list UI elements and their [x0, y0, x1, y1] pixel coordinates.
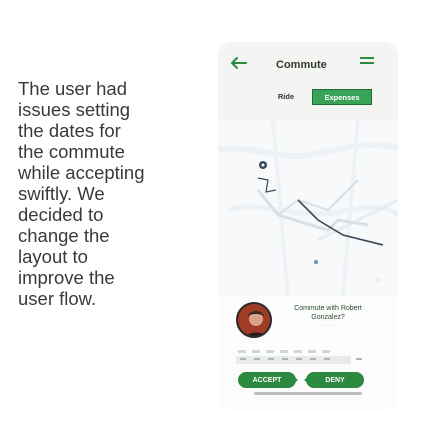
avatar	[236, 302, 272, 338]
accept-button[interactable]: ACCEPT	[238, 372, 298, 388]
back-arrow-icon[interactable]	[230, 56, 248, 70]
map-pin[interactable]	[314, 260, 318, 264]
accept-label: ACCEPT	[252, 376, 282, 384]
menu-icon[interactable]	[360, 56, 374, 68]
tab-expenses[interactable]: Expenses	[312, 89, 372, 105]
home-indicator	[254, 392, 362, 395]
commute-request-sheet: Commute with Robert Gonzalez? ····· ACCE…	[218, 296, 398, 410]
date-selector-row[interactable]	[236, 346, 376, 368]
phone-mockup: Commute Ride Expenses Commute with Rober…	[218, 42, 398, 410]
commute-request-message: Commute with Robert Gonzalez?	[294, 305, 362, 321]
commute-request-detail: ·····	[324, 323, 332, 328]
page-title: Commute	[276, 59, 327, 71]
chevron-left-icon	[304, 372, 314, 388]
tab-ride[interactable]: Ride	[268, 89, 304, 103]
deny-button[interactable]: DENY	[304, 372, 364, 388]
case-study-caption: The user had issues setting the dates fo…	[18, 78, 145, 309]
deny-label: DENY	[325, 376, 345, 384]
map-view[interactable]	[218, 120, 398, 296]
chevron-right-icon	[288, 372, 298, 388]
top-bar: Commute Ride Expenses	[218, 42, 398, 120]
